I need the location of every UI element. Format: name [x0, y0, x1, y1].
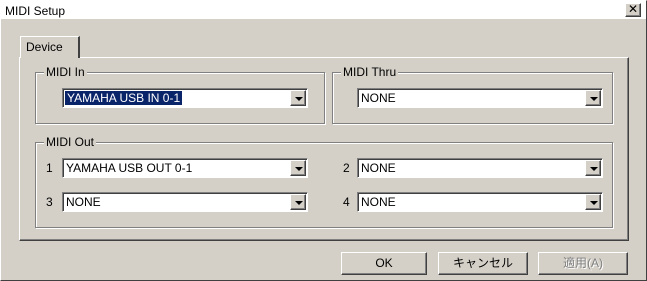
- close-button[interactable]: ✕: [625, 3, 641, 17]
- midi-thru-label: MIDI Thru: [341, 65, 399, 79]
- chevron-down-icon[interactable]: [290, 90, 306, 106]
- midi-out-port-number: 1: [46, 161, 53, 175]
- chevron-down-icon[interactable]: [290, 160, 306, 176]
- tab-device[interactable]: Device: [20, 36, 80, 58]
- midi-thru-select[interactable]: NONE: [357, 88, 603, 108]
- midi-thru-value: NONE: [361, 91, 396, 105]
- title-bar[interactable]: MIDI Setup ✕: [1, 1, 646, 20]
- midi-setup-dialog: MIDI Setup ✕ Device MIDI In YAMAHA USB I…: [0, 0, 647, 281]
- midi-out-3-select[interactable]: NONE: [62, 192, 308, 212]
- chevron-down-icon[interactable]: [585, 194, 601, 210]
- midi-out-4-select[interactable]: NONE: [357, 192, 603, 212]
- apply-button[interactable]: 適用(A): [538, 252, 628, 275]
- midi-out-1-select[interactable]: YAMAHA USB OUT 0-1: [62, 158, 308, 178]
- midi-out-port-number: 3: [46, 195, 53, 209]
- cancel-button[interactable]: キャンセル: [438, 252, 528, 275]
- chevron-down-icon[interactable]: [585, 90, 601, 106]
- midi-out-2-value: NONE: [361, 161, 396, 175]
- midi-in-value: YAMAHA USB IN 0-1: [65, 91, 183, 105]
- midi-out-port-number: 4: [343, 195, 350, 209]
- midi-in-select[interactable]: YAMAHA USB IN 0-1: [62, 88, 308, 108]
- midi-out-3-value: NONE: [66, 195, 101, 209]
- midi-out-group: MIDI Out: [35, 135, 613, 228]
- window-title: MIDI Setup: [5, 4, 66, 18]
- ok-button[interactable]: OK: [341, 252, 427, 275]
- midi-out-2-select[interactable]: NONE: [357, 158, 603, 178]
- chevron-down-icon[interactable]: [290, 194, 306, 210]
- midi-out-1-value: YAMAHA USB OUT 0-1: [66, 161, 193, 175]
- midi-out-label: MIDI Out: [44, 135, 97, 149]
- midi-out-4-value: NONE: [361, 195, 396, 209]
- tab-device-label: Device: [26, 40, 63, 54]
- close-icon: ✕: [627, 2, 639, 16]
- chevron-down-icon[interactable]: [585, 160, 601, 176]
- midi-out-port-number: 2: [343, 161, 350, 175]
- midi-in-label: MIDI In: [44, 65, 87, 79]
